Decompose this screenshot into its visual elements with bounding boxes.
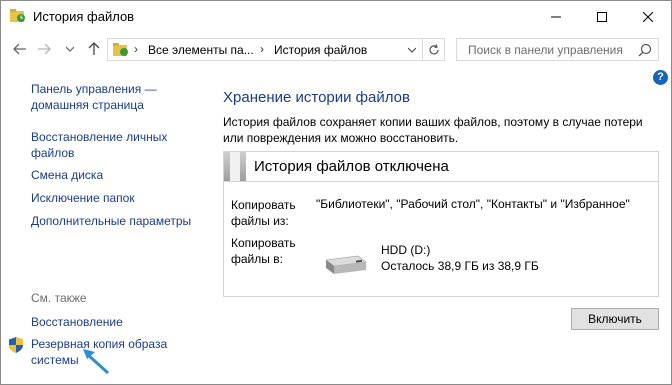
refresh-button[interactable] [422,39,444,60]
status-heading: История файлов отключена [254,158,449,175]
control-panel-home-link[interactable]: Панель управления — домашняя страница [31,81,157,113]
link-line[interactable]: Панель управления — [31,81,157,97]
navigation-bar: › Все элементы па... › История файлов По… [1,32,671,65]
uac-shield-icon [9,337,23,353]
status-panel: История файлов отключена Копировать файл… [223,151,659,297]
chevron-down-icon [66,46,74,52]
close-button[interactable] [625,1,671,32]
label-line: файлы в: [231,252,283,266]
back-button[interactable] [11,40,29,58]
address-dropdown-button[interactable] [402,39,422,60]
enable-button[interactable]: Включить [571,308,659,330]
pointer-arrow-icon [83,349,110,375]
restore-personal-files-link[interactable]: Восстановление личных файлов [31,129,167,161]
drive-free-space: Осталось 38,9 ГБ из 38,9 ГБ [381,259,539,273]
search-box[interactable]: Поиск в панели управления [456,38,659,61]
window-title: История файлов [33,9,135,24]
minimize-icon [551,16,561,17]
search-placeholder[interactable]: Поиск в панели управления [468,43,623,57]
file-history-icon [113,43,128,56]
page-description: История файлов сохраняет копии ваших фай… [223,115,643,145]
label-line: файлы из: [231,214,289,228]
file-history-icon [10,9,25,22]
breadcrumb-separator[interactable]: › [260,42,264,56]
maximize-icon [597,11,607,22]
up-button[interactable] [85,40,103,58]
advanced-settings-link[interactable]: Дополнительные параметры [31,213,191,229]
chevron-down-icon [408,47,416,53]
link-line[interactable]: файлов [31,145,167,161]
status-bar-icon [224,152,246,181]
label-line: Копировать [231,198,296,212]
breadcrumb-all-items[interactable]: Все элементы па... [148,43,254,57]
label-line: Копировать [231,236,296,250]
refresh-icon [428,43,439,54]
exclude-folders-link[interactable]: Исключение папок [31,190,135,206]
breadcrumb-file-history[interactable]: История файлов [274,43,367,57]
title-bar: История файлов [1,1,671,32]
breadcrumb-separator[interactable]: › [134,42,138,56]
recovery-link[interactable]: Восстановление [31,314,123,330]
up-arrow-icon [88,42,100,55]
link-line[interactable]: домашняя страница [31,97,157,113]
search-icon[interactable] [638,43,652,57]
copy-to-label: Копировать файлы в: [231,235,296,267]
status-header: История файлов отключена [224,152,658,182]
change-drive-link[interactable]: Смена диска [31,167,103,183]
forward-arrow-icon [38,43,51,55]
see-also-heading: См. также [31,291,87,305]
address-bar[interactable]: › Все элементы па... › История файлов [107,38,445,61]
drive-name: HDD (D:) [381,243,431,257]
close-icon [643,11,653,22]
copy-from-value: "Библиотеки", "Рабочий стол", "Контакты"… [316,197,630,211]
recent-locations-button[interactable] [61,40,79,58]
file-history-window: История файлов › Все элементы па... › Ис… [0,0,672,385]
minimize-button[interactable] [533,1,579,32]
link-line[interactable]: Восстановление личных [31,129,167,145]
maximize-button[interactable] [579,1,625,32]
help-button[interactable]: ? [653,70,668,85]
copy-from-label: Копировать файлы из: [231,197,296,229]
page-title: Хранение истории файлов [223,89,410,106]
forward-button[interactable] [35,40,53,58]
hard-drive-icon [325,255,367,274]
back-arrow-icon [13,43,26,55]
